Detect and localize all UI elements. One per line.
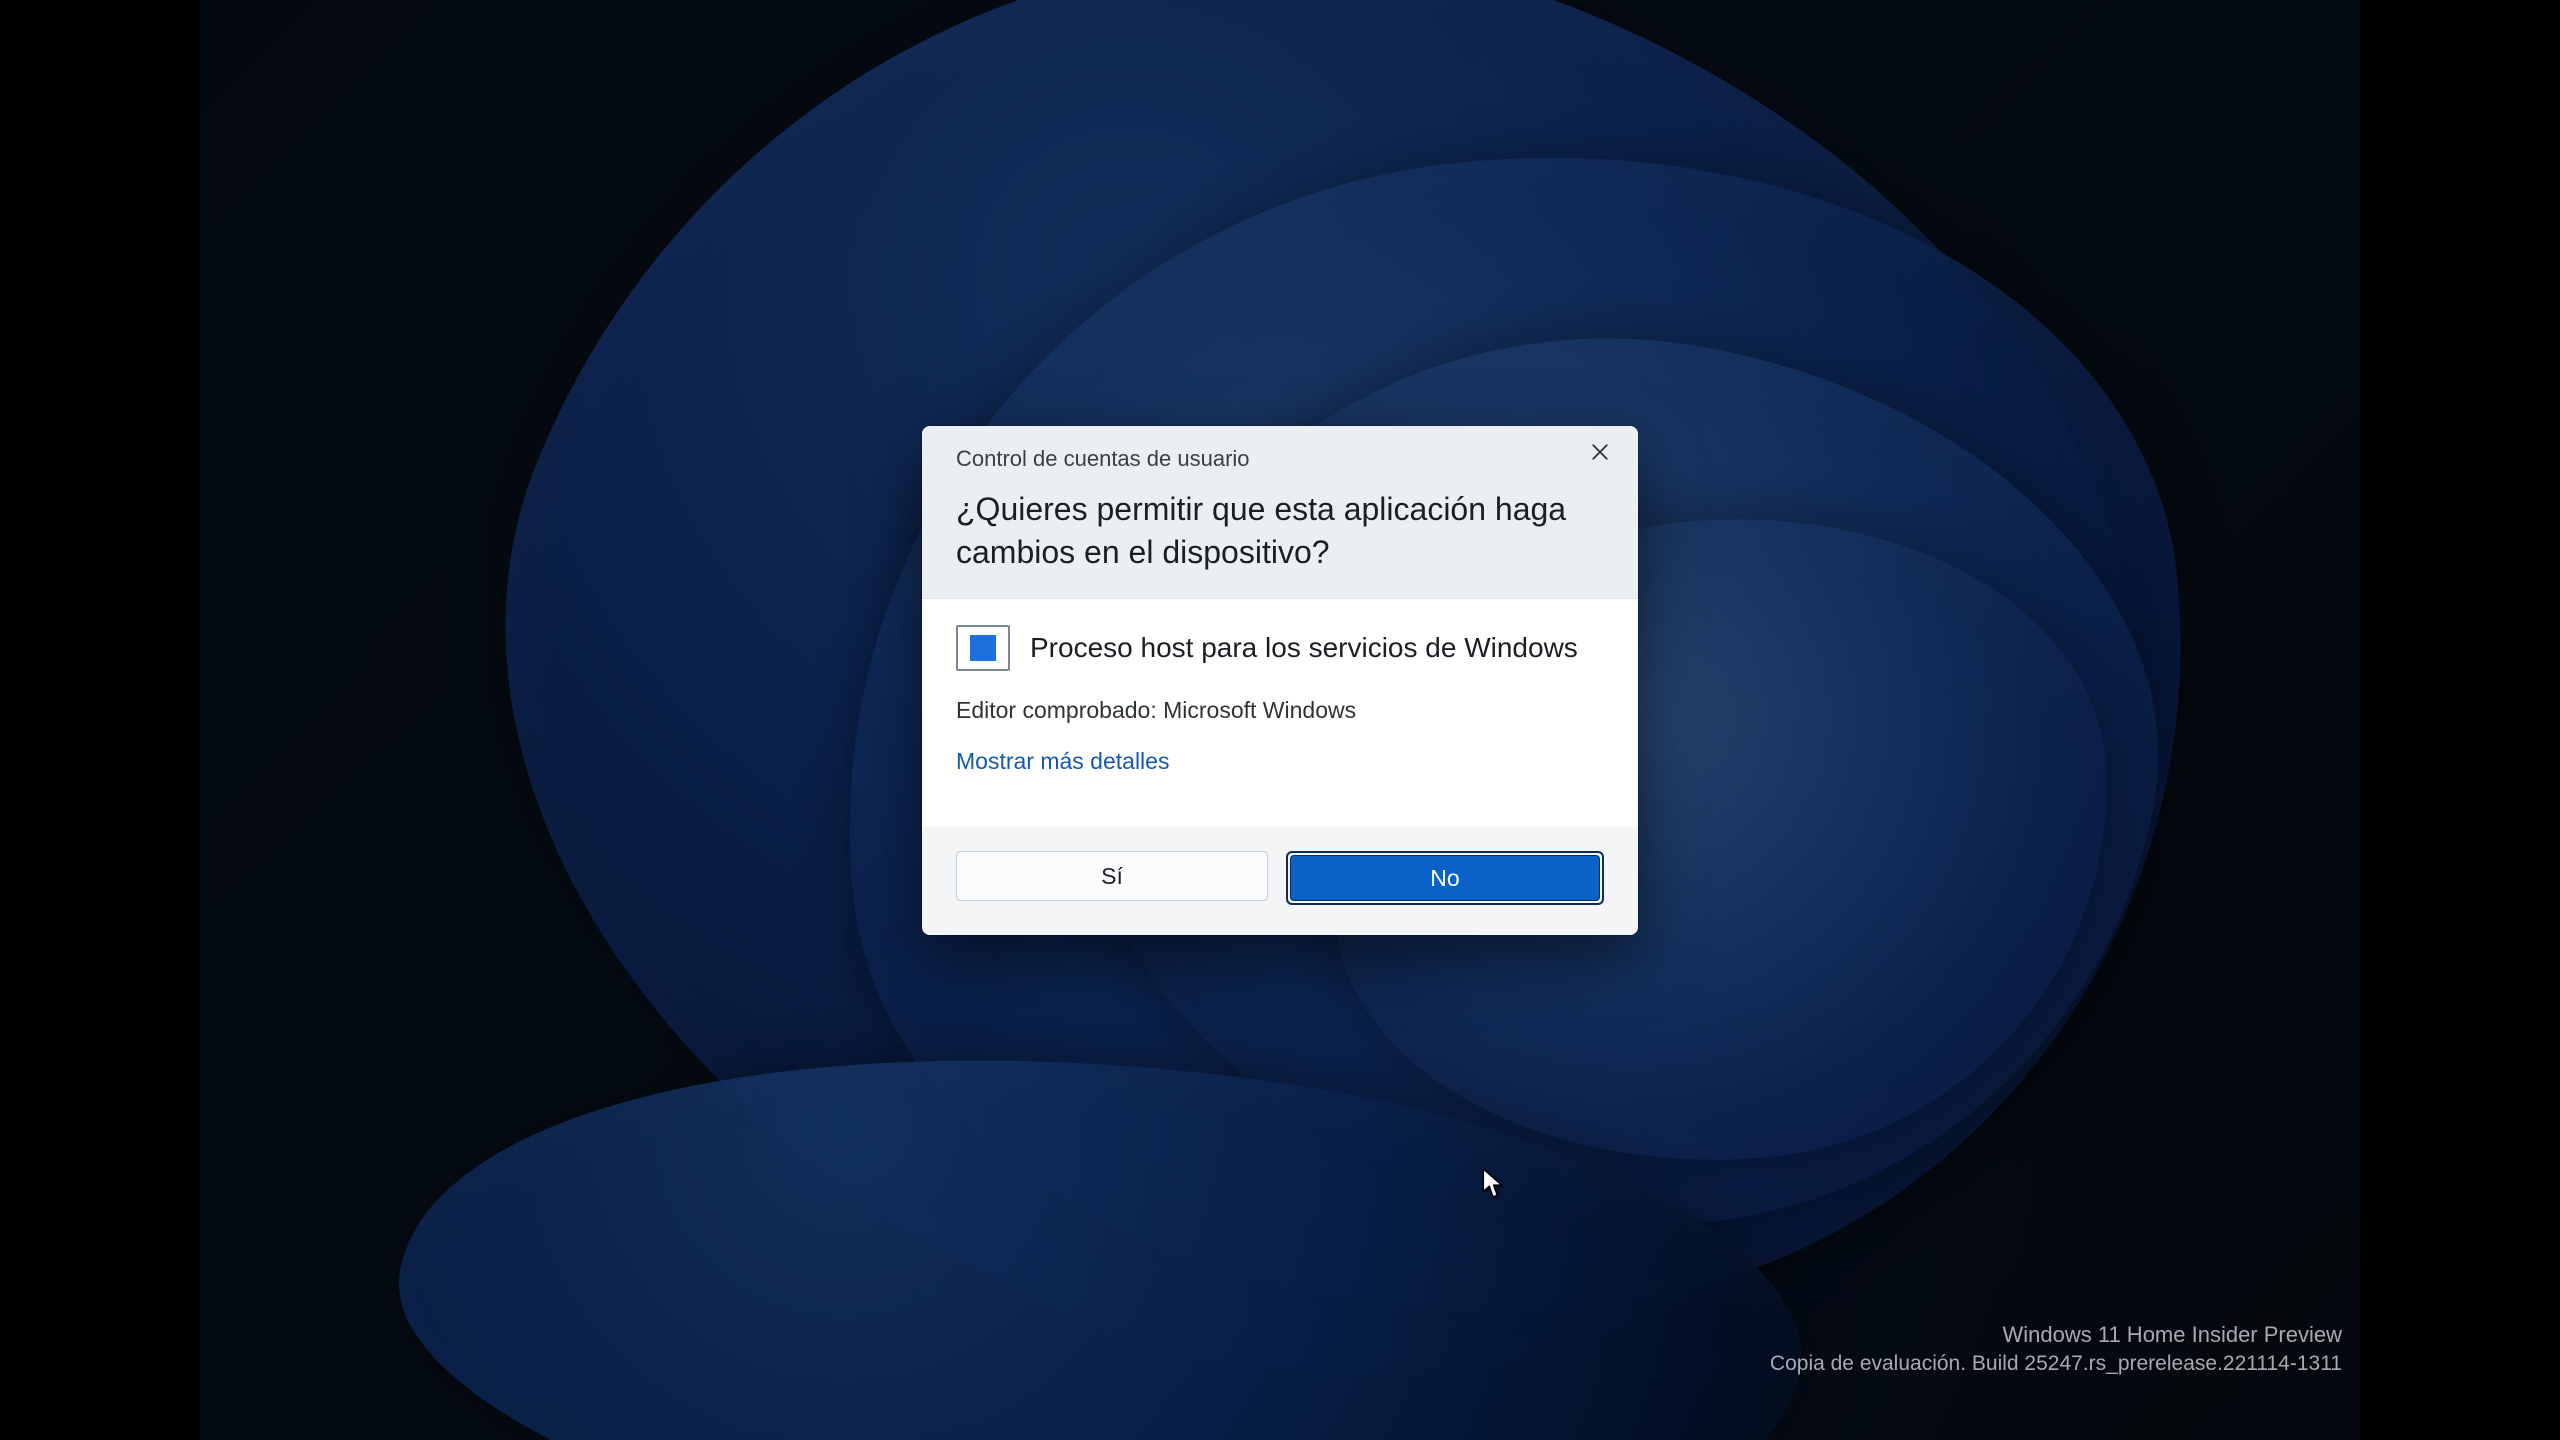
pillarbox-right	[2360, 0, 2560, 1440]
pillarbox-left	[0, 0, 200, 1440]
watermark-line1: Windows 11 Home Insider Preview	[1770, 1320, 2342, 1350]
watermark-line2: Copia de evaluación. Build 25247.rs_prer…	[1770, 1350, 2342, 1378]
close-button[interactable]	[1586, 438, 1614, 466]
uac-header: Control de cuentas de usuario ¿Quieres p…	[922, 426, 1638, 599]
uac-footer: Sí No	[922, 827, 1638, 935]
close-icon	[1591, 443, 1609, 461]
yes-button[interactable]: Sí	[956, 851, 1268, 901]
no-button-focus-ring: No	[1286, 851, 1604, 905]
show-more-details-link[interactable]: Mostrar más detalles	[956, 748, 1169, 775]
uac-dialog: Control de cuentas de usuario ¿Quieres p…	[922, 426, 1638, 935]
desktop-background: Windows 11 Home Insider Preview Copia de…	[200, 0, 2360, 1440]
no-button[interactable]: No	[1290, 855, 1600, 901]
uac-caption: Control de cuentas de usuario	[956, 446, 1250, 472]
windows-watermark: Windows 11 Home Insider Preview Copia de…	[1770, 1320, 2342, 1378]
uac-title: ¿Quieres permitir que esta aplicación ha…	[956, 488, 1604, 574]
uac-app-row: Proceso host para los servicios de Windo…	[956, 625, 1604, 671]
uac-caption-row: Control de cuentas de usuario	[956, 446, 1604, 472]
app-icon	[956, 625, 1010, 671]
uac-publisher: Editor comprobado: Microsoft Windows	[956, 697, 1604, 724]
uac-body: Proceso host para los servicios de Windo…	[922, 599, 1638, 827]
uac-app-name: Proceso host para los servicios de Windo…	[1030, 632, 1578, 664]
